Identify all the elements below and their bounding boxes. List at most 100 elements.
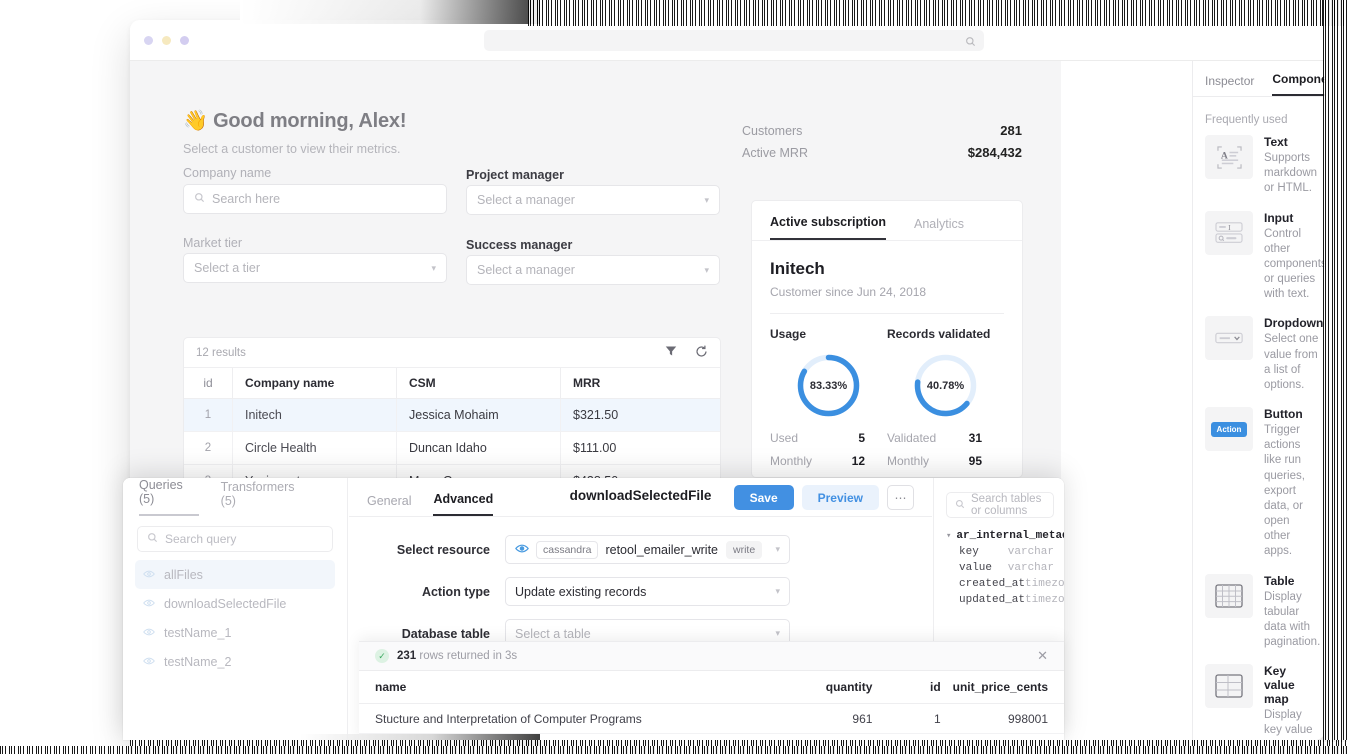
svg-text:I: I (1228, 222, 1231, 231)
edge-artifact-top-left (240, 0, 540, 24)
schema-table-row[interactable]: ▾ ar_internal_metadata (946, 530, 1064, 542)
market-tier-select[interactable]: Select a tier ▾ (183, 253, 447, 283)
metric-title: Usage (770, 327, 807, 341)
action-type-select[interactable]: Update existing records ▾ (505, 577, 790, 606)
schema-column-row[interactable]: key varchar (946, 546, 1054, 558)
results-row[interactable]: Stucture and Interpretation of Computer … (359, 704, 1064, 734)
component-item-dropdown[interactable]: Dropdown Select one value from a list of… (1193, 316, 1325, 407)
table-row[interactable]: 1 Initech Jessica Mohaim $321.50 (184, 399, 720, 432)
usage-percent: 83.33% (809, 379, 848, 392)
eye-icon (143, 598, 155, 610)
query-list-item[interactable]: testName_1 (135, 618, 335, 647)
component-item-key-value-map[interactable]: Key value map Display key value pairs in… (1193, 664, 1325, 740)
component-item-input[interactable]: I Input Control other components or quer… (1193, 210, 1325, 317)
tab-transformers[interactable]: Transformers (5) (221, 480, 309, 516)
component-text: Key value map Display key value pairs in… (1253, 664, 1315, 740)
query-search-input[interactable]: Search query (137, 526, 333, 552)
window-titlebar (130, 20, 1325, 61)
check-icon: ✓ (375, 649, 389, 663)
column-header-csm[interactable]: CSM (396, 368, 560, 398)
tab-queries[interactable]: Queries (5) (139, 478, 199, 516)
column-header-mrr[interactable]: MRR (560, 368, 720, 398)
results-column-name[interactable]: name (375, 680, 765, 694)
component-desc: Display key value pairs in a table. (1264, 709, 1313, 740)
wave-emoji: 👋 (183, 110, 208, 132)
minimize-dot[interactable] (162, 36, 171, 45)
component-desc: Select one value from a list of options. (1264, 333, 1319, 391)
query-sidebar-tabs: Queries (5) Transformers (5) (123, 478, 347, 516)
results-column-unit-price[interactable]: unit_price_cents (941, 680, 1048, 694)
screenshot-stage: 👋 Good morning, Alex! Select a customer … (0, 0, 1347, 754)
component-item-button[interactable]: Action Button Trigger actions like run q… (1193, 407, 1325, 574)
cell-id: 2 (204, 442, 212, 454)
refresh-icon[interactable] (695, 345, 708, 361)
metric-key: Monthly (770, 454, 813, 468)
rows-count: 231 (397, 650, 417, 662)
schema-column-name: key (959, 546, 979, 558)
query-actions: Save Preview ⋯ (733, 485, 914, 510)
table-component-icon (1205, 573, 1253, 618)
tab-advanced[interactable]: Advanced (433, 492, 494, 516)
component-item-table[interactable]: Table Display tabular data with paginati… (1193, 573, 1325, 665)
success-manager-select[interactable]: Select a manager ▾ (466, 255, 720, 285)
column-header-id[interactable]: id (184, 368, 232, 398)
tab-components[interactable]: Components (1272, 72, 1325, 96)
tab-active-subscription[interactable]: Active subscription (770, 215, 886, 240)
chevron-down-icon: ▾ (775, 628, 780, 638)
components-section-title: Frequently used (1205, 114, 1288, 126)
table-row[interactable]: 2 Circle Health Duncan Idaho $111.00 (184, 432, 720, 465)
column-header-company[interactable]: Company name (232, 368, 396, 398)
schema-column-row[interactable]: value varchar (946, 562, 1054, 574)
rows-status-text: rows returned in 3s (419, 650, 518, 662)
maximize-dot[interactable] (180, 36, 189, 45)
query-sidebar: Queries (5) Transformers (5) Search quer… (123, 478, 348, 740)
search-icon (965, 34, 976, 52)
more-options-button[interactable]: ⋯ (887, 485, 914, 510)
component-desc: Trigger actions like run queries, export… (1264, 424, 1305, 558)
results-column-id[interactable]: id (872, 680, 941, 694)
query-list-item[interactable]: testName_2 (135, 647, 335, 676)
schema-column-row[interactable]: created_at timezone (946, 578, 1064, 590)
company-name-input[interactable]: Search here (183, 184, 447, 214)
metric-records-validated: Records validated 40.78% Validated 31 Mo… (887, 327, 1004, 477)
stat-label: Active MRR (742, 146, 808, 160)
component-item-text[interactable]: A Text Supports markdown or HTML. (1193, 135, 1325, 211)
filter-icon[interactable] (665, 345, 677, 360)
stat-value: $284,432 (967, 145, 1022, 160)
query-list-item[interactable]: downloadSelectedFile (135, 589, 335, 618)
omnibox[interactable] (484, 30, 984, 51)
chevron-down-icon[interactable]: ▾ (946, 531, 951, 541)
close-dot[interactable] (144, 36, 153, 45)
tab-analytics[interactable]: Analytics (914, 217, 964, 240)
preview-button[interactable]: Preview (801, 485, 879, 510)
schema-search-input[interactable]: Search tables or columns (946, 492, 1054, 518)
stat-row: Customers 281 (742, 123, 1022, 138)
field-label: Action type (421, 584, 490, 599)
close-icon[interactable]: ✕ (1037, 648, 1048, 664)
component-name: Dropdown (1264, 316, 1324, 331)
cell-company: Initech (232, 399, 396, 431)
schema-table-name: ar_internal_metadata (956, 530, 1064, 542)
tab-general[interactable]: General (367, 494, 411, 516)
usage-donut-chart: 83.33% (795, 352, 862, 419)
query-list-item[interactable]: allFiles (135, 560, 335, 589)
eye-icon (143, 656, 155, 668)
schema-column-type: varchar (1007, 562, 1054, 574)
tab-inspector[interactable]: Inspector (1205, 74, 1254, 96)
table-header-row: id Company name CSM MRR (184, 368, 720, 399)
project-manager-select[interactable]: Select a manager ▾ (466, 185, 720, 215)
action-type-value: Update existing records (515, 584, 647, 599)
query-search-placeholder: Search query (165, 532, 237, 546)
results-cell-quantity: 961 (852, 711, 873, 726)
chevron-down-icon: ▾ (431, 262, 436, 273)
right-panel-tabs: Inspector Components (1193, 61, 1325, 97)
search-icon (194, 192, 205, 206)
edge-artifact-right (1323, 0, 1347, 742)
component-text: Table Display tabular data with paginati… (1253, 574, 1320, 651)
save-button[interactable]: Save (733, 485, 794, 510)
text-component-icon: A (1205, 135, 1253, 179)
schema-column-row[interactable]: updated_at timezone (946, 594, 1064, 606)
results-column-quantity[interactable]: quantity (765, 680, 873, 694)
field-select-resource: Select resource cassandra retool_emailer… (349, 535, 932, 564)
resource-select[interactable]: cassandra retool_emailer_write write ▾ (505, 535, 790, 564)
